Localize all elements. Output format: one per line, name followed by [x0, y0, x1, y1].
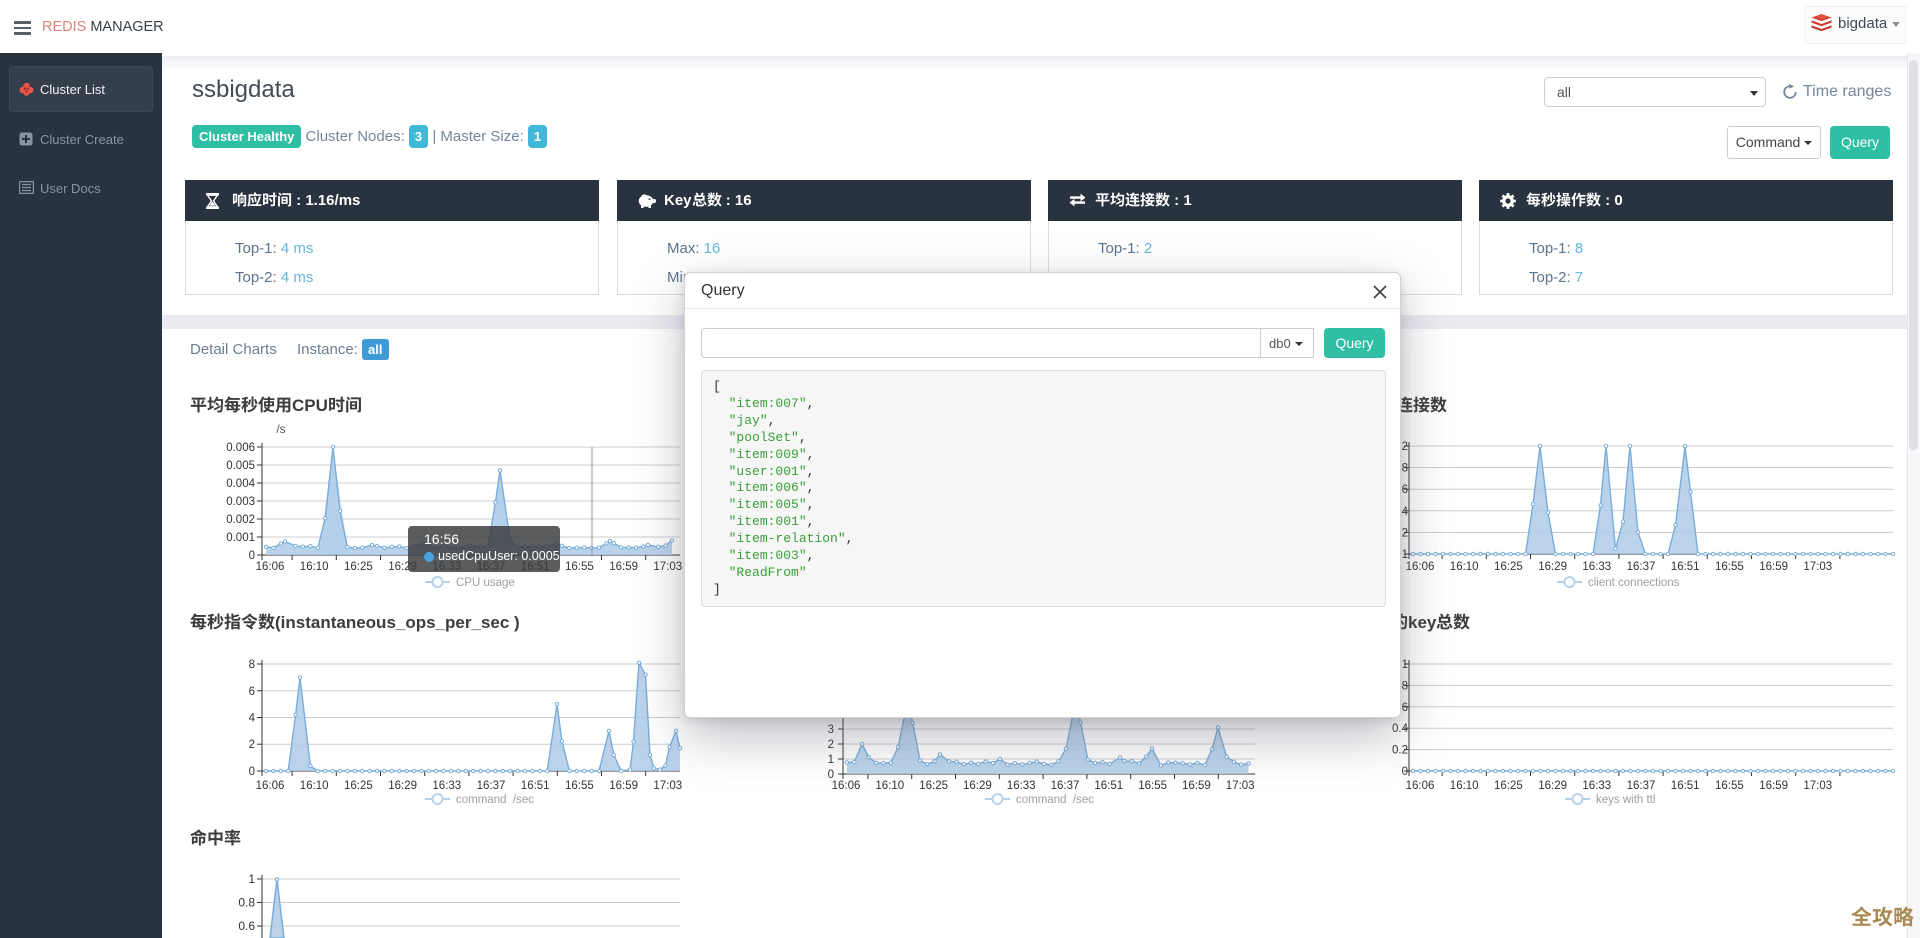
- svg-text:CPU usage: CPU usage: [456, 577, 515, 589]
- svg-text:16:06: 16:06: [1406, 561, 1435, 573]
- svg-text:6: 6: [249, 686, 255, 698]
- svg-text:16:06: 16:06: [256, 780, 285, 792]
- svg-text:0: 0: [1402, 766, 1408, 778]
- svg-text:3: 3: [828, 724, 834, 736]
- svg-text:16:29: 16:29: [1538, 561, 1567, 573]
- svg-text:16:10: 16:10: [1450, 561, 1479, 573]
- svg-text:16:06: 16:06: [256, 561, 285, 573]
- svg-text:16:10: 16:10: [300, 780, 329, 792]
- svg-text:command /sec: command /sec: [456, 794, 534, 806]
- svg-text:4: 4: [249, 713, 256, 725]
- svg-text:17:03: 17:03: [1803, 561, 1832, 573]
- svg-text:1: 1: [1402, 549, 1408, 561]
- svg-text:0.2: 0.2: [1392, 745, 1408, 757]
- svg-text:0.006: 0.006: [226, 442, 255, 454]
- svg-text:0.002: 0.002: [226, 514, 255, 526]
- svg-text:0: 0: [249, 550, 255, 562]
- svg-text:0.8: 0.8: [238, 896, 255, 910]
- svg-text:16:55: 16:55: [565, 561, 594, 573]
- svg-text:16:06: 16:06: [832, 780, 861, 792]
- svg-text:16:06: 16:06: [1406, 780, 1435, 792]
- svg-text:16:59: 16:59: [609, 780, 638, 792]
- svg-text:2: 2: [249, 739, 255, 751]
- svg-text:16:59: 16:59: [609, 561, 638, 573]
- svg-text:1: 1: [828, 754, 834, 766]
- svg-text:16:33: 16:33: [1582, 780, 1611, 792]
- svg-text:8: 8: [249, 659, 255, 671]
- svg-text:17:03: 17:03: [653, 780, 682, 792]
- svg-text:16:25: 16:25: [344, 561, 373, 573]
- svg-text:/s: /s: [276, 422, 285, 436]
- svg-text:16:10: 16:10: [300, 561, 329, 573]
- svg-text:16:59: 16:59: [1182, 780, 1211, 792]
- svg-text:0.4: 0.4: [1392, 723, 1409, 735]
- svg-text:16:25: 16:25: [1494, 780, 1523, 792]
- svg-text:16:37: 16:37: [1051, 780, 1080, 792]
- svg-text:16:37: 16:37: [1627, 561, 1656, 573]
- svg-text:16:51: 16:51: [1671, 561, 1700, 573]
- svg-text:0.6: 0.6: [238, 919, 255, 933]
- svg-text:2: 2: [828, 739, 834, 751]
- svg-text:16:33: 16:33: [1582, 561, 1611, 573]
- svg-text:16:55: 16:55: [1138, 780, 1167, 792]
- svg-text:16:10: 16:10: [1450, 780, 1479, 792]
- svg-text:16:25: 16:25: [919, 780, 948, 792]
- svg-text:16:29: 16:29: [1538, 780, 1567, 792]
- svg-text:0: 0: [249, 766, 255, 778]
- svg-text:0.003: 0.003: [226, 496, 255, 508]
- svg-text:16:59: 16:59: [1759, 780, 1788, 792]
- svg-text:17:03: 17:03: [1226, 780, 1255, 792]
- svg-text:16:37: 16:37: [477, 780, 506, 792]
- svg-text:0.004: 0.004: [226, 478, 255, 490]
- svg-text:16:33: 16:33: [1007, 780, 1036, 792]
- svg-text:16:59: 16:59: [1759, 561, 1788, 573]
- svg-text:16:51: 16:51: [1094, 780, 1123, 792]
- svg-text:command /sec: command /sec: [1016, 794, 1094, 806]
- svg-text:1: 1: [1402, 659, 1408, 671]
- svg-text:16:25: 16:25: [1494, 561, 1523, 573]
- svg-text:16:10: 16:10: [875, 780, 904, 792]
- svg-text:16:55: 16:55: [1715, 780, 1744, 792]
- svg-text:0.005: 0.005: [226, 460, 255, 472]
- svg-text:16:33: 16:33: [432, 780, 461, 792]
- svg-text:keys with ttl: keys with ttl: [1596, 794, 1655, 806]
- svg-text:16:51: 16:51: [1671, 780, 1700, 792]
- svg-text:1: 1: [248, 872, 255, 886]
- svg-text:16:37: 16:37: [1627, 780, 1656, 792]
- svg-text:16:51: 16:51: [521, 780, 550, 792]
- svg-text:16:29: 16:29: [963, 780, 992, 792]
- svg-text:2: 2: [1402, 441, 1408, 453]
- svg-text:16:25: 16:25: [344, 780, 373, 792]
- svg-text:16:55: 16:55: [565, 780, 594, 792]
- svg-text:17:03: 17:03: [1803, 780, 1832, 792]
- svg-text:16:29: 16:29: [388, 780, 417, 792]
- svg-text:17:03: 17:03: [653, 561, 682, 573]
- svg-text:client connections: client connections: [1588, 577, 1680, 589]
- svg-text:0.001: 0.001: [226, 532, 255, 544]
- svg-text:16:55: 16:55: [1715, 561, 1744, 573]
